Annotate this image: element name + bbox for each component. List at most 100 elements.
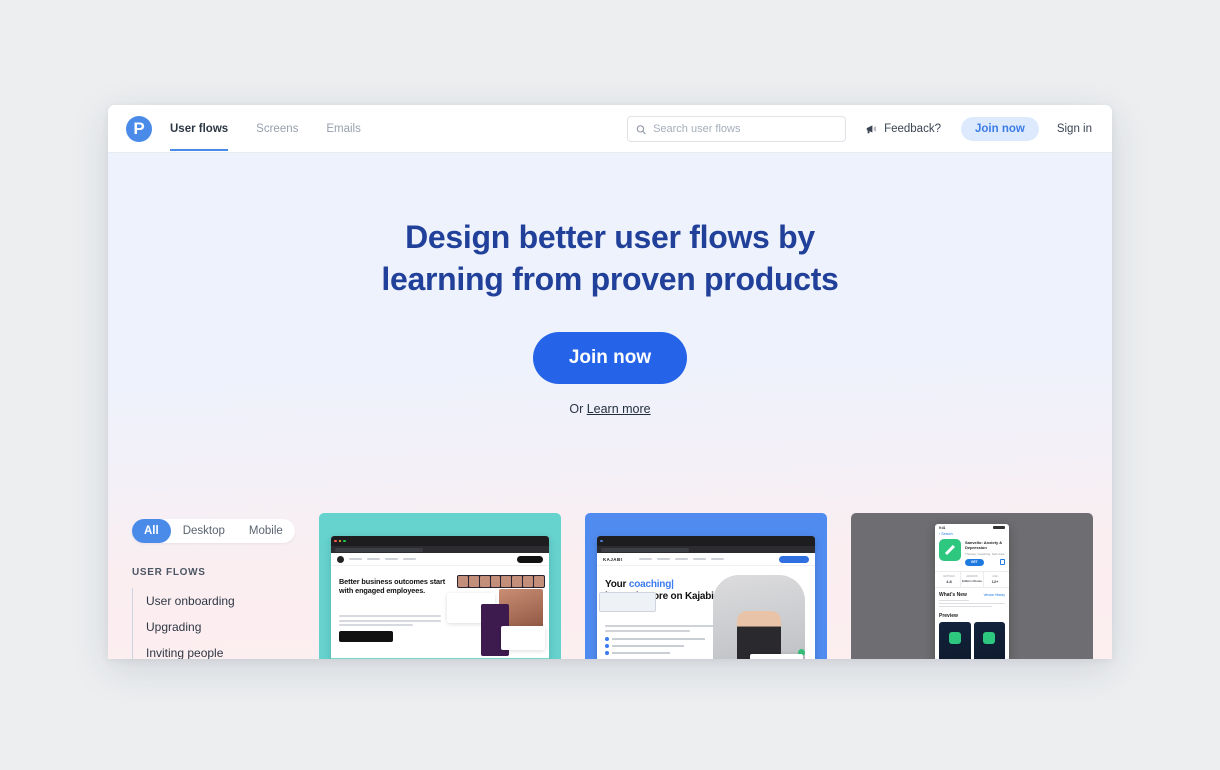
nav-actions: Feedback? Join now Sign in bbox=[866, 105, 1092, 153]
sidebar-item-inviting-people[interactable]: Inviting people bbox=[133, 640, 295, 659]
mockup-nav-link bbox=[349, 557, 362, 561]
mockup-addressbar bbox=[597, 546, 815, 553]
filter-desktop[interactable]: Desktop bbox=[171, 519, 237, 543]
mockup-nav-link bbox=[367, 557, 380, 561]
mockup-page: Better business outcomes start with enga… bbox=[331, 553, 549, 659]
sign-in-link[interactable]: Sign in bbox=[1057, 123, 1092, 135]
phone-back-link: ‹ Search bbox=[939, 532, 953, 536]
desktop-browser-mockup: KAJABI Your coaching| is worth more on K… bbox=[597, 536, 815, 659]
mockup-bullets bbox=[605, 637, 706, 658]
mockup-nav-link bbox=[385, 557, 398, 561]
mockup-panel bbox=[500, 626, 545, 650]
hero-join-now-button[interactable]: Join now bbox=[532, 332, 688, 385]
mockup-headline-pre: Your bbox=[605, 579, 629, 590]
filter-mobile[interactable]: Mobile bbox=[237, 519, 295, 543]
hero-section: Design better user flows by learning fro… bbox=[108, 153, 1112, 416]
mockup-paragraph bbox=[339, 615, 442, 629]
mockup-page: KAJABI Your coaching| is worth more on K… bbox=[597, 553, 815, 659]
app-stat: AWARDS Editors Choice bbox=[961, 571, 984, 587]
learn-more-link[interactable]: Learn more bbox=[587, 402, 651, 416]
preview-heading: Preview bbox=[939, 613, 958, 620]
app-subtitle: Therapy, Coaching, Self-Care bbox=[965, 551, 1005, 556]
mockup-logo-strip bbox=[331, 658, 549, 659]
preview-section: Preview bbox=[935, 609, 1009, 619]
mockup-photo bbox=[713, 575, 805, 659]
search-icon bbox=[636, 124, 646, 134]
mockup-addressbar bbox=[331, 546, 549, 553]
sidebar: All Desktop Mobile USER FLOWS User onboa… bbox=[132, 513, 295, 659]
whats-new-body bbox=[935, 598, 1009, 608]
preview-screenshots bbox=[935, 619, 1009, 659]
mockup-person bbox=[737, 610, 782, 659]
phone-signal-icons bbox=[993, 526, 1005, 529]
mockup-brand-logo bbox=[337, 555, 344, 563]
mobile-phone-mockup: 9:41 ‹ Search Sanvello: Anxiety & Depres… bbox=[935, 524, 1009, 659]
page-body: Design better user flows by learning fro… bbox=[108, 153, 1112, 659]
flow-card[interactable]: 9:41 ‹ Search Sanvello: Anxiety & Depres… bbox=[851, 513, 1093, 659]
search-box[interactable] bbox=[627, 116, 846, 142]
window-min-dot bbox=[338, 539, 341, 543]
browser-window: P User flows Screens Emails F bbox=[108, 105, 1112, 659]
app-name: Sanvello: Anxiety & Depression bbox=[965, 540, 1003, 550]
feedback-button[interactable]: Feedback? bbox=[866, 123, 941, 135]
mockup-nav-cta bbox=[517, 555, 543, 563]
app-stats-row: RATINGS 4.8 AWARDS Editors Choice AGE 12… bbox=[935, 570, 1009, 588]
hero-title-line-2: learning from proven products bbox=[381, 260, 839, 297]
app-get-button: GET bbox=[965, 558, 984, 566]
nav-tab-label: User flows bbox=[170, 123, 229, 135]
hero-title-line-1: Design better user flows by bbox=[405, 219, 815, 255]
nav-tab-screens[interactable]: Screens bbox=[256, 107, 298, 150]
mockup-cta-button bbox=[339, 631, 393, 642]
flow-card[interactable]: KAJABI Your coaching| is worth more on K… bbox=[585, 513, 827, 659]
mockup-collage bbox=[445, 575, 545, 656]
desktop-browser-mockup: Better business outcomes start with enga… bbox=[331, 536, 549, 659]
mockup-brand-name: KAJABI bbox=[603, 556, 623, 562]
filter-all[interactable]: All bbox=[132, 519, 171, 543]
mockup-headline-highlight: coaching| bbox=[628, 579, 674, 590]
nav-tab-user-flows[interactable]: User flows bbox=[170, 107, 229, 151]
site-navigation: P User flows Screens Emails F bbox=[108, 105, 1112, 153]
sidebar-heading: USER FLOWS bbox=[132, 567, 206, 578]
logo[interactable]: P bbox=[126, 115, 152, 142]
version-history-link: Version History bbox=[983, 592, 1005, 597]
window-max-dot bbox=[343, 539, 346, 543]
megaphone-icon bbox=[866, 124, 877, 133]
screenshot bbox=[939, 622, 971, 659]
window-tab-dot bbox=[600, 539, 603, 543]
whats-new-section: What's New Version History bbox=[935, 588, 1009, 598]
mockup-headline: Better business outcomes start with enga… bbox=[339, 577, 446, 596]
phone-status-bar: 9:41 bbox=[935, 524, 1009, 531]
phone-app-header: Sanvello: Anxiety & Depression Therapy, … bbox=[935, 539, 1009, 566]
sidebar-item-user-onboarding[interactable]: User onboarding bbox=[133, 588, 295, 614]
mockup-video-strip bbox=[456, 575, 545, 588]
mockup-titlebar bbox=[597, 536, 815, 546]
mockup-titlebar bbox=[331, 536, 549, 546]
mockup-site-nav: KAJABI bbox=[597, 553, 815, 566]
content-area: All Desktop Mobile USER FLOWS User onboa… bbox=[108, 513, 1112, 659]
mockup-url-pill bbox=[601, 547, 690, 552]
feedback-label: Feedback? bbox=[884, 123, 941, 135]
nav-join-now-button[interactable]: Join now bbox=[960, 117, 1039, 141]
mockup-paragraph bbox=[605, 625, 714, 634]
screenshot bbox=[973, 622, 1005, 659]
sidebar-item-upgrading[interactable]: Upgrading bbox=[133, 614, 295, 640]
mockup-ui-chip bbox=[599, 591, 656, 612]
search-input[interactable] bbox=[653, 123, 837, 135]
app-icon bbox=[939, 539, 961, 561]
nav-tab-label: Emails bbox=[326, 123, 361, 135]
nav-tab-label: Screens bbox=[256, 123, 299, 135]
sidebar-list: User onboarding Upgrading Inviting peopl… bbox=[132, 588, 295, 659]
flow-card-thumbnail[interactable]: 9:41 ‹ Search Sanvello: Anxiety & Depres… bbox=[851, 513, 1093, 659]
app-stat: AGE 12+ bbox=[991, 574, 999, 584]
device-filter-toggle: All Desktop Mobile bbox=[132, 519, 295, 543]
mockup-url-pill bbox=[335, 547, 424, 552]
flow-card-thumbnail[interactable]: KAJABI Your coaching| is worth more on K… bbox=[585, 513, 827, 659]
mockup-tooltip bbox=[749, 654, 803, 659]
flow-card-thumbnail[interactable]: Better business outcomes start with enga… bbox=[319, 513, 561, 659]
nav-tab-emails[interactable]: Emails bbox=[326, 107, 361, 150]
hero-subtext: Or Learn more bbox=[108, 402, 1112, 416]
phone-time: 9:41 bbox=[939, 525, 946, 530]
or-label: Or bbox=[569, 402, 587, 417]
flow-card[interactable]: Better business outcomes start with enga… bbox=[319, 513, 561, 659]
whats-new-heading: What's New bbox=[939, 591, 967, 598]
